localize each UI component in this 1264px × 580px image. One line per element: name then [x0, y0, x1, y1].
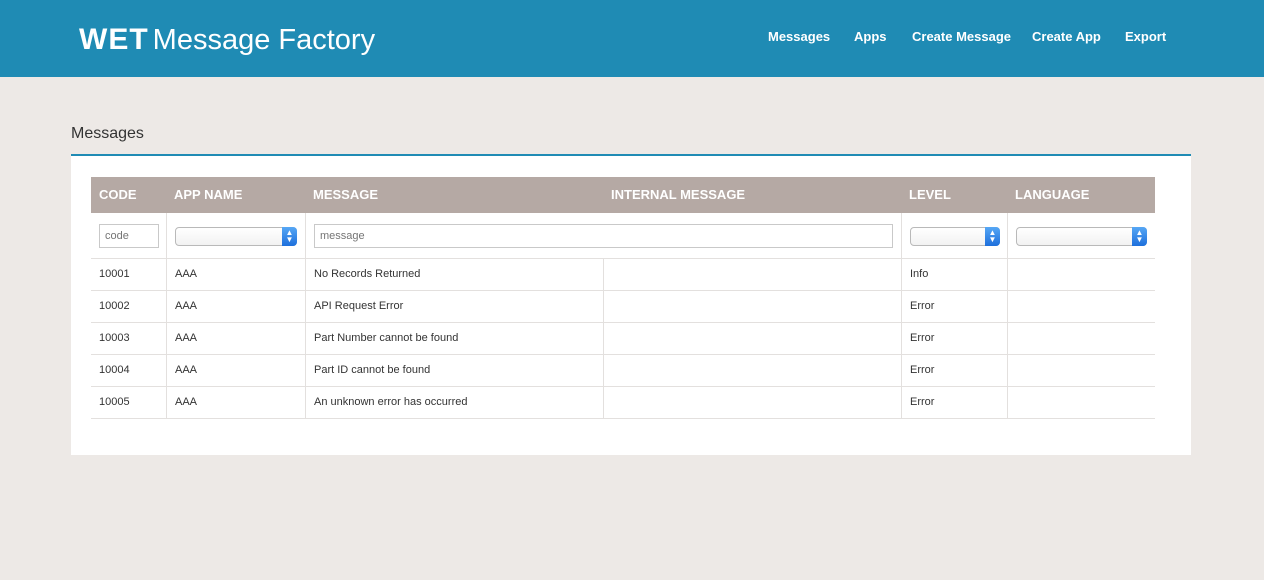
header-code[interactable]: CODE: [99, 177, 137, 213]
cell-app-name: AAA: [175, 300, 198, 312]
cell-level: Error: [910, 364, 935, 376]
brand-title: Message Factory: [152, 24, 376, 56]
cell-app-name: AAA: [175, 268, 198, 280]
code-filter-input[interactable]: [99, 224, 159, 248]
chevron-up-down-icon: ▲ ▼: [985, 227, 1000, 246]
cell-message: Part ID cannot be found: [314, 364, 431, 376]
column-divider: [901, 259, 902, 419]
top-navbar: WET Message Factory Messages Apps Create …: [0, 0, 1264, 77]
chevron-up-down-icon: ▲ ▼: [282, 227, 297, 246]
message-filter-input[interactable]: [314, 224, 893, 248]
level-filter-select[interactable]: ▲ ▼: [910, 227, 1000, 246]
cell-code: 10005: [99, 396, 130, 408]
filter-row: ▲▼ ▲▼ ▲▼: [91, 213, 1155, 259]
table-row[interactable]: 10003 AAA Part Number cannot be found Er…: [91, 323, 1155, 355]
cell-app-name: AAA: [175, 364, 198, 376]
column-divider: [603, 259, 604, 419]
cell-message: API Request Error: [314, 300, 404, 312]
table-row[interactable]: 10005 AAA An unknown error has occurred …: [91, 387, 1155, 419]
table-row[interactable]: 10001 AAA No Records Returned Info: [91, 259, 1155, 291]
column-divider: [901, 213, 902, 259]
cell-level: Error: [910, 332, 935, 344]
column-divider: [166, 259, 167, 419]
messages-panel: CODE APP NAME MESSAGE INTERNAL MESSAGE L…: [71, 154, 1191, 455]
header-internal-message[interactable]: INTERNAL MESSAGE: [611, 177, 745, 213]
cell-app-name: AAA: [175, 332, 198, 344]
cell-message: No Records Returned: [314, 268, 421, 280]
header-app-name[interactable]: APP NAME: [174, 177, 242, 213]
table-header: CODE APP NAME MESSAGE INTERNAL MESSAGE L…: [91, 177, 1155, 213]
language-filter-select[interactable]: ▲ ▼: [1016, 227, 1147, 246]
column-divider: [305, 259, 306, 419]
column-divider: [1007, 259, 1008, 419]
cell-message: An unknown error has occurred: [314, 396, 468, 408]
header-level[interactable]: LEVEL: [909, 177, 951, 213]
table-row[interactable]: 10002 AAA API Request Error Error: [91, 291, 1155, 323]
column-divider: [1007, 213, 1008, 259]
cell-code: 10002: [99, 300, 130, 312]
chevron-up-down-icon: ▲ ▼: [1132, 227, 1147, 246]
header-message[interactable]: MESSAGE: [313, 177, 378, 213]
cell-message: Part Number cannot be found: [314, 332, 459, 344]
cell-code: 10004: [99, 364, 130, 376]
cell-level: Info: [910, 268, 929, 280]
nav-apps[interactable]: Apps: [854, 28, 887, 46]
cell-level: Error: [910, 396, 935, 408]
column-divider: [305, 213, 306, 259]
main-nav: Messages Apps Create Message Create App …: [764, 28, 1264, 46]
cell-code: 10001: [99, 268, 130, 280]
cell-app-name: AAA: [175, 396, 198, 408]
nav-create-message[interactable]: Create Message: [912, 28, 1011, 46]
table-row[interactable]: 10004 AAA Part ID cannot be found Error: [91, 355, 1155, 387]
page-title: Messages: [71, 125, 144, 142]
app-name-filter-select[interactable]: ▲ ▼: [175, 227, 297, 246]
nav-messages[interactable]: Messages: [768, 28, 830, 46]
cell-level: Error: [910, 300, 935, 312]
header-language[interactable]: LANGUAGE: [1015, 177, 1089, 213]
cell-code: 10003: [99, 332, 130, 344]
brand-logo[interactable]: WET Message Factory: [79, 22, 375, 58]
brand-wet: WET: [79, 23, 149, 56]
nav-export[interactable]: Export: [1125, 28, 1166, 46]
nav-create-app[interactable]: Create App: [1032, 28, 1101, 46]
column-divider: [166, 213, 167, 259]
